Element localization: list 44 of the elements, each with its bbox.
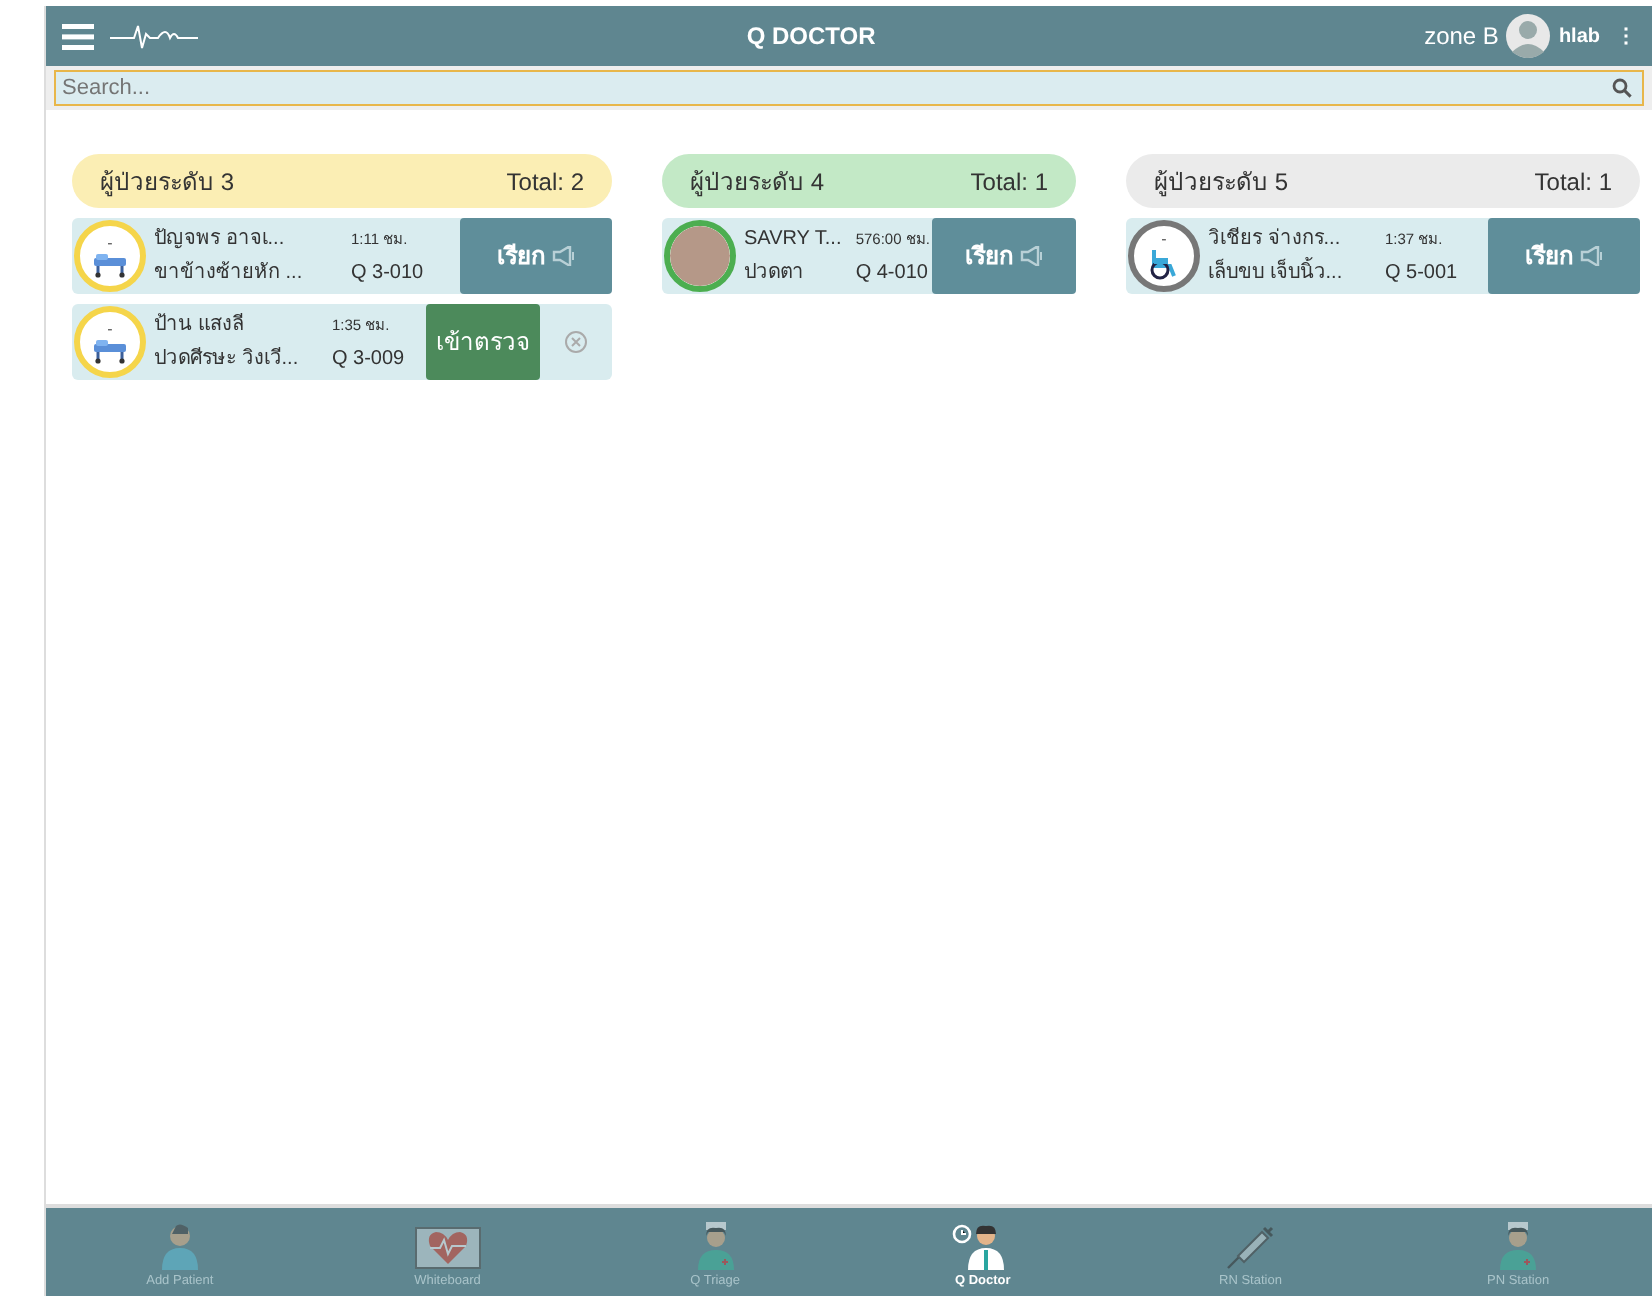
queue-number: Q 3-010 [350,262,426,284]
nurse-icon [693,1222,738,1271]
search-field[interactable]: Search... [54,70,1644,106]
patient-name: วิเชียร จ่างกร... [1208,228,1343,250]
search-icon[interactable] [1612,78,1632,98]
megaphone-icon [551,246,575,266]
column-title: ผู้ป่วยระดับ 3 [100,165,235,199]
chief-complaint: ปวดตา [744,262,806,284]
megaphone-icon [1579,246,1603,266]
avatar-mark: - [107,321,113,337]
patient-name: ป้าน แสงลี [154,314,246,336]
total-count: Total: 1 [970,165,1048,199]
queue-number: Q 5-001 [1384,262,1460,284]
total-count: Total: 2 [506,165,584,199]
call-button[interactable]: เรียก [932,218,1076,294]
patient-name: ปัญจพร อาจเ... [154,228,287,250]
queue-number: Q 3-009 [331,348,407,370]
examine-button[interactable]: เข้าตรวจ [426,304,540,380]
chief-complaint: ขาข้างซ้ายหัก ... [154,262,305,284]
queue-number: Q 4-010 [855,262,930,284]
heartbeat-logo-icon [110,22,198,50]
zone-label: zone B [1424,20,1499,54]
wheelchair-icon [1146,248,1182,280]
nurse-icon [1496,1222,1541,1271]
call-button[interactable]: เรียก [1488,218,1640,294]
chief-complaint: เล็บขบ เจ็บนิ้ว... [1208,262,1373,284]
avatar-icon[interactable] [1506,14,1551,58]
menu-icon[interactable] [62,23,94,49]
patient-icon [157,1222,202,1271]
total-count: Total: 1 [1534,165,1612,199]
syringe-icon [1224,1222,1277,1271]
megaphone-icon [1019,246,1043,266]
patient-name: SAVRY T... [744,228,844,250]
column-title: ผู้ป่วยระดับ 5 [1154,165,1289,199]
avatar-mark: - [107,235,113,251]
avatar-mark: - [1161,232,1167,248]
stretcher-icon [92,251,128,277]
page-title: Q DOCTOR [746,22,876,50]
column-title: ผู้ป่วยระดับ 4 [690,165,825,199]
chief-complaint: ปวดศีรษะ วิงเวี... [154,348,301,370]
more-menu[interactable]: ⋮ [1616,21,1636,51]
stretcher-icon [92,337,128,363]
call-button[interactable]: เรียก [460,218,612,294]
username: hlab [1558,23,1600,51]
